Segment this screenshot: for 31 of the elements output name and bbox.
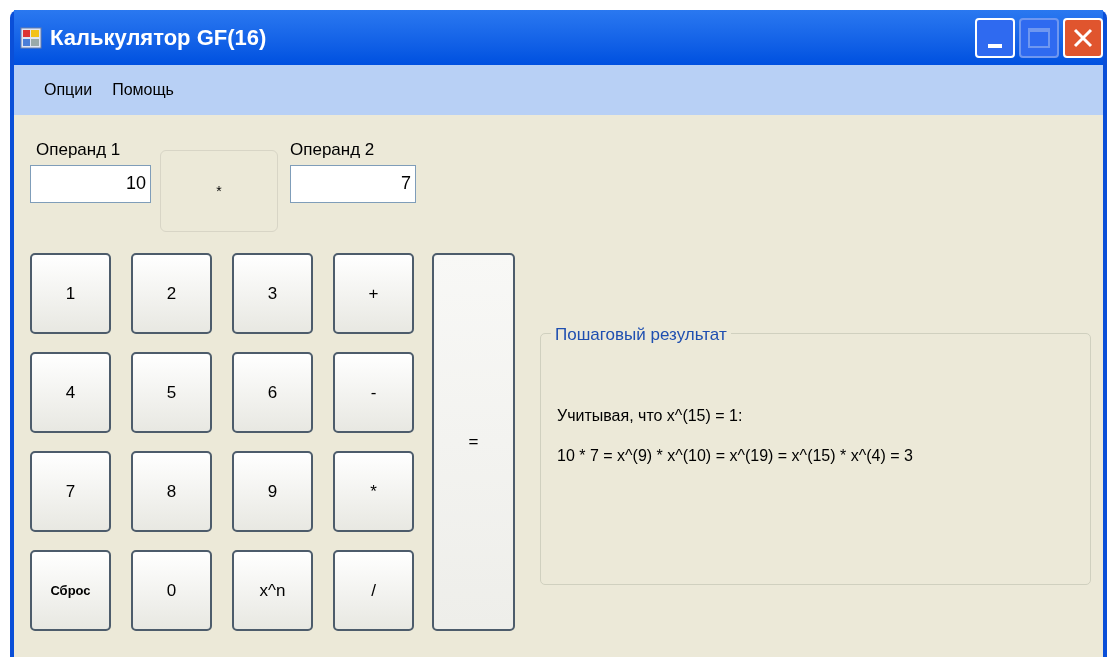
operand-field[interactable]: 10 — [30, 164, 151, 203]
keypad-key[interactable]: 1 — [30, 253, 111, 334]
minimize-button[interactable] — [975, 17, 1015, 58]
keypad-key[interactable]: 6 — [232, 352, 313, 433]
keypad-key[interactable]: 7 — [30, 451, 111, 532]
menu-item[interactable]: Помощь — [112, 78, 174, 102]
keypad-key[interactable]: + — [333, 253, 414, 334]
operation-display: * — [160, 150, 278, 232]
operand-field[interactable]: 7 — [290, 164, 416, 203]
keypad-key[interactable]: x^n — [232, 550, 313, 631]
menu-item[interactable]: Опции — [44, 78, 93, 102]
keypad-key[interactable]: 9 — [232, 451, 313, 532]
keypad-key[interactable]: * — [333, 451, 414, 532]
keypad-key[interactable]: / — [333, 550, 414, 631]
keypad-key[interactable]: 4 — [30, 352, 111, 433]
app-icon — [20, 26, 42, 49]
keypad-key[interactable]: 3 — [232, 253, 313, 334]
window-title: Калькулятор GF(16) — [50, 24, 267, 52]
keypad-key[interactable]: 8 — [131, 451, 212, 532]
equals-key[interactable]: = — [432, 253, 515, 631]
close-icon — [1072, 26, 1094, 49]
keypad-key[interactable]: 0 — [131, 550, 212, 631]
keypad-key[interactable]: - — [333, 352, 414, 433]
close-button[interactable] — [1063, 17, 1103, 58]
result-line: Учитывая, что x^(15) = 1: — [557, 406, 744, 426]
field-label: Операнд 1 — [36, 139, 122, 161]
keypad-key[interactable]: 5 — [131, 352, 212, 433]
result-line: 10 * 7 = x^(9) * x^(10) = x^(19) = x^(15) * x^(4) = 3 — [557, 446, 914, 466]
field-label: Операнд 2 — [290, 139, 376, 161]
keypad-key[interactable]: 2 — [131, 253, 212, 334]
keypad-key[interactable]: Сброс — [30, 550, 111, 631]
